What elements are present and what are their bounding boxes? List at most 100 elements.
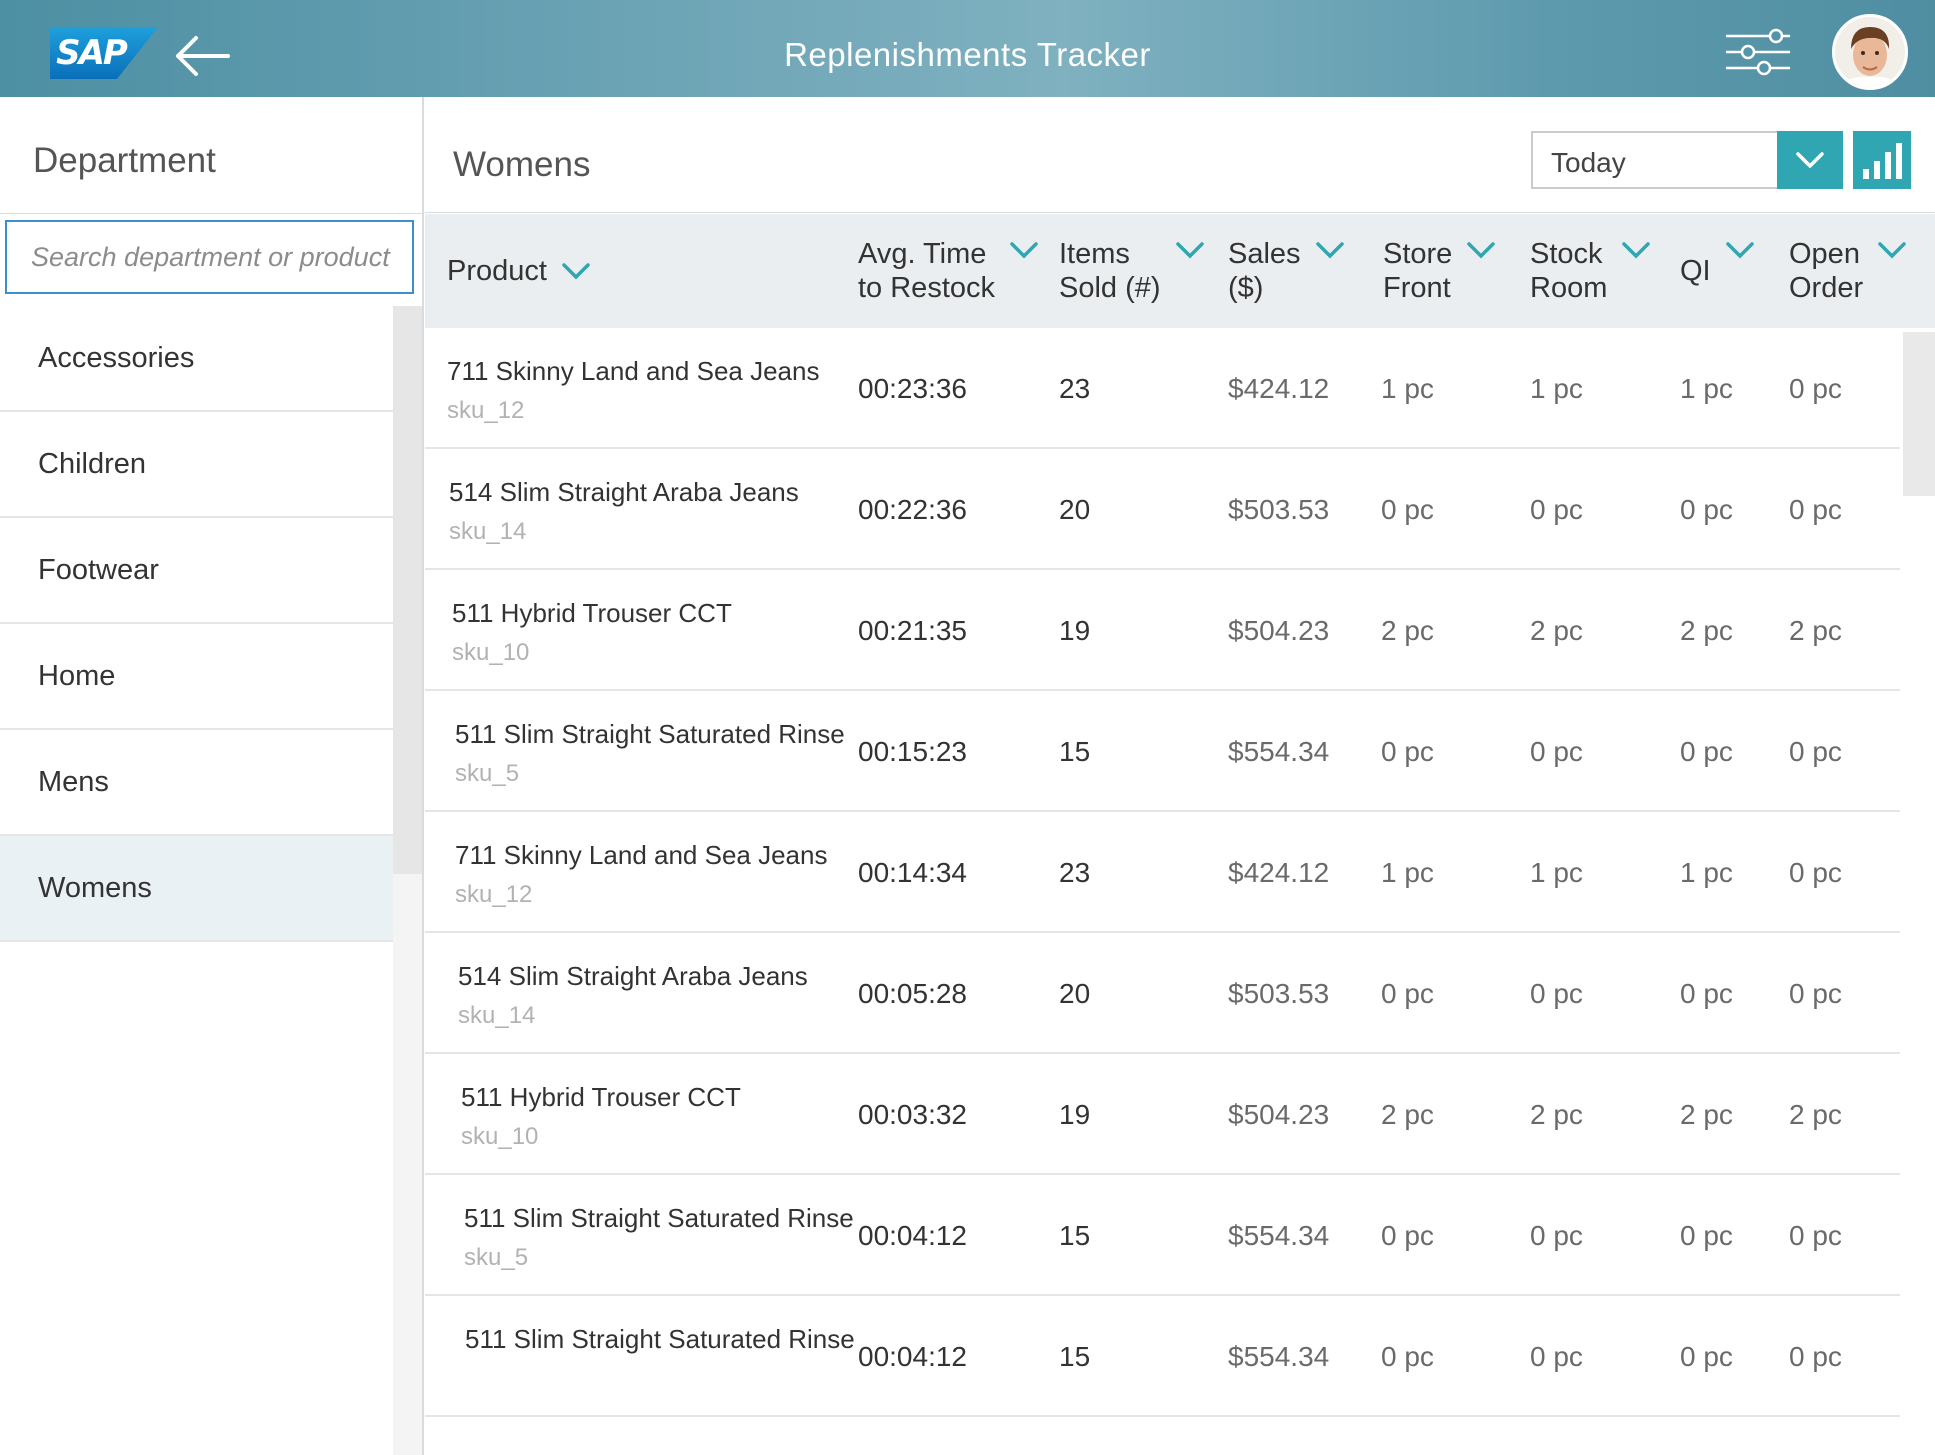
department-item-mens[interactable]: Mens (0, 730, 393, 836)
chart-view-button[interactable] (1853, 131, 1911, 189)
table-row[interactable]: 511 Slim Straight Saturated Rinse sku_5 0… (425, 691, 1900, 812)
product-sku: sku_10 (452, 639, 530, 666)
table-row[interactable]: 511 Hybrid Trouser CCT sku_10 00:03:32 19… (425, 1054, 1900, 1175)
stock-room-cell: 0 pc (1530, 735, 1583, 767)
period-value: Today (1551, 147, 1626, 178)
table-header: Product Avg. Time to Restock Items Sold … (425, 214, 1935, 328)
avg-time-cell: 00:22:36 (858, 493, 967, 525)
period-dropdown[interactable]: Today (1531, 131, 1843, 189)
product-cell: 511 Hybrid Trouser CCT sku_10 (461, 1082, 741, 1151)
stock-room-cell: 0 pc (1530, 493, 1583, 525)
column-header-qi[interactable]: QI (1680, 214, 1755, 328)
table-row[interactable]: 511 Slim Straight Saturated Rinse 00:04:… (425, 1296, 1900, 1417)
product-cell: 514 Slim Straight Araba Jeans sku_14 (458, 961, 808, 1030)
items-sold-cell: 19 (1059, 1098, 1091, 1130)
store-front-cell: 0 pc (1381, 493, 1434, 525)
items-sold-cell: 15 (1059, 735, 1091, 767)
product-sku: sku_5 (455, 760, 520, 787)
page-title: Womens (453, 145, 591, 184)
sales-cell: $554.34 (1228, 1219, 1330, 1251)
chevron-down-icon (1467, 242, 1496, 259)
department-label: Mens (38, 765, 109, 798)
avg-time-cell: 00:04:12 (858, 1340, 967, 1372)
filter-settings-button[interactable] (1724, 28, 1792, 76)
product-name: 511 Slim Straight Saturated Rinse (465, 1324, 855, 1354)
product-sku: sku_5 (464, 1244, 529, 1271)
items-sold-cell: 20 (1059, 493, 1091, 525)
sales-cell: $503.53 (1228, 977, 1330, 1009)
search-field[interactable] (5, 220, 414, 294)
open-order-cell: 0 pc (1789, 372, 1842, 404)
column-header-product[interactable]: Product (447, 214, 591, 328)
product-cell: 711 Skinny Land and Sea Jeans sku_12 (447, 356, 819, 425)
sliders-icon (1726, 28, 1790, 76)
product-cell: 511 Hybrid Trouser CCT sku_10 (452, 598, 732, 667)
store-front-cell: 2 pc (1381, 1098, 1434, 1130)
column-header-open-order[interactable]: Open Order (1789, 214, 1907, 328)
sales-cell: $424.12 (1228, 856, 1330, 888)
product-name: 514 Slim Straight Araba Jeans (449, 477, 799, 507)
product-cell: 511 Slim Straight Saturated Rinse sku_5 (455, 719, 845, 788)
table-row[interactable]: 511 Slim Straight Saturated Rinse sku_5 0… (425, 1175, 1900, 1296)
column-header-sales[interactable]: Sales ($) (1228, 214, 1345, 328)
sidebar-scrollbar-thumb[interactable] (393, 306, 422, 874)
open-order-cell: 0 pc (1789, 493, 1842, 525)
chevron-down-icon (1796, 152, 1824, 168)
bar-chart-icon (1873, 161, 1880, 179)
table-row[interactable]: 511 Hybrid Trouser CCT sku_10 00:21:35 19… (425, 570, 1900, 691)
product-cell: 514 Slim Straight Araba Jeans sku_14 (449, 477, 799, 546)
table-scrollbar-thumb[interactable] (1903, 332, 1935, 496)
chevron-down-icon (1622, 242, 1651, 259)
qi-cell: 0 pc (1680, 1340, 1733, 1372)
column-header-store-front[interactable]: Store Front (1383, 214, 1496, 328)
items-sold-cell: 19 (1059, 614, 1091, 646)
product-name: 511 Slim Straight Saturated Rinse (455, 719, 845, 749)
department-list: Accessories Children Footwear Home Mens … (0, 306, 393, 942)
column-header-stock-room[interactable]: Stock Room (1530, 214, 1651, 328)
qi-cell: 2 pc (1680, 1098, 1733, 1130)
store-front-cell: 0 pc (1381, 977, 1434, 1009)
chevron-down-icon (1175, 242, 1204, 259)
qi-cell: 0 pc (1680, 735, 1733, 767)
product-table-body: 711 Skinny Land and Sea Jeans sku_12 00:2… (425, 328, 1900, 1417)
table-row[interactable]: 514 Slim Straight Araba Jeans sku_14 00:2… (425, 449, 1900, 570)
open-order-cell: 2 pc (1789, 614, 1842, 646)
stock-room-cell: 2 pc (1530, 1098, 1583, 1130)
product-sku: sku_12 (447, 397, 525, 424)
table-row[interactable]: 711 Skinny Land and Sea Jeans sku_12 00:1… (425, 812, 1900, 933)
product-name: 511 Hybrid Trouser CCT (452, 598, 732, 628)
table-row[interactable]: 514 Slim Straight Araba Jeans sku_14 00:0… (425, 933, 1900, 1054)
product-name: 511 Slim Straight Saturated Rinse (464, 1203, 854, 1233)
stock-room-cell: 0 pc (1530, 977, 1583, 1009)
department-label: Home (38, 659, 116, 692)
table-row[interactable]: 711 Skinny Land and Sea Jeans sku_12 00:2… (425, 328, 1900, 449)
department-item-home[interactable]: Home (0, 624, 393, 730)
search-input[interactable] (7, 222, 412, 292)
bar-chart-icon (1895, 143, 1902, 179)
department-item-accessories[interactable]: Accessories (0, 306, 393, 412)
column-header-items-sold[interactable]: Items Sold (#) (1059, 214, 1205, 328)
department-item-womens[interactable]: Womens (0, 836, 393, 942)
column-header-avg-time[interactable]: Avg. Time to Restock (858, 214, 1039, 328)
items-sold-cell: 15 (1059, 1340, 1091, 1372)
product-name: 511 Hybrid Trouser CCT (461, 1082, 741, 1112)
department-item-footwear[interactable]: Footwear (0, 518, 393, 624)
column-label: Open Order (1789, 237, 1864, 304)
open-order-cell: 0 pc (1789, 856, 1842, 888)
avg-time-cell: 00:21:35 (858, 614, 967, 646)
column-label: Product (447, 254, 547, 287)
department-item-children[interactable]: Children (0, 412, 393, 518)
bar-chart-icon (1884, 152, 1891, 179)
dropdown-toggle[interactable] (1777, 131, 1843, 189)
product-cell: 711 Skinny Land and Sea Jeans sku_12 (455, 840, 827, 909)
open-order-cell: 0 pc (1789, 735, 1842, 767)
qi-cell: 2 pc (1680, 614, 1733, 646)
open-order-cell: 0 pc (1789, 1340, 1842, 1372)
store-front-cell: 0 pc (1381, 1219, 1434, 1251)
user-avatar[interactable] (1832, 14, 1908, 90)
stock-room-cell: 1 pc (1530, 372, 1583, 404)
items-sold-cell: 20 (1059, 977, 1091, 1009)
sales-cell: $504.23 (1228, 614, 1330, 646)
product-name: 514 Slim Straight Araba Jeans (458, 961, 808, 991)
bar-chart-icon (1862, 169, 1869, 179)
